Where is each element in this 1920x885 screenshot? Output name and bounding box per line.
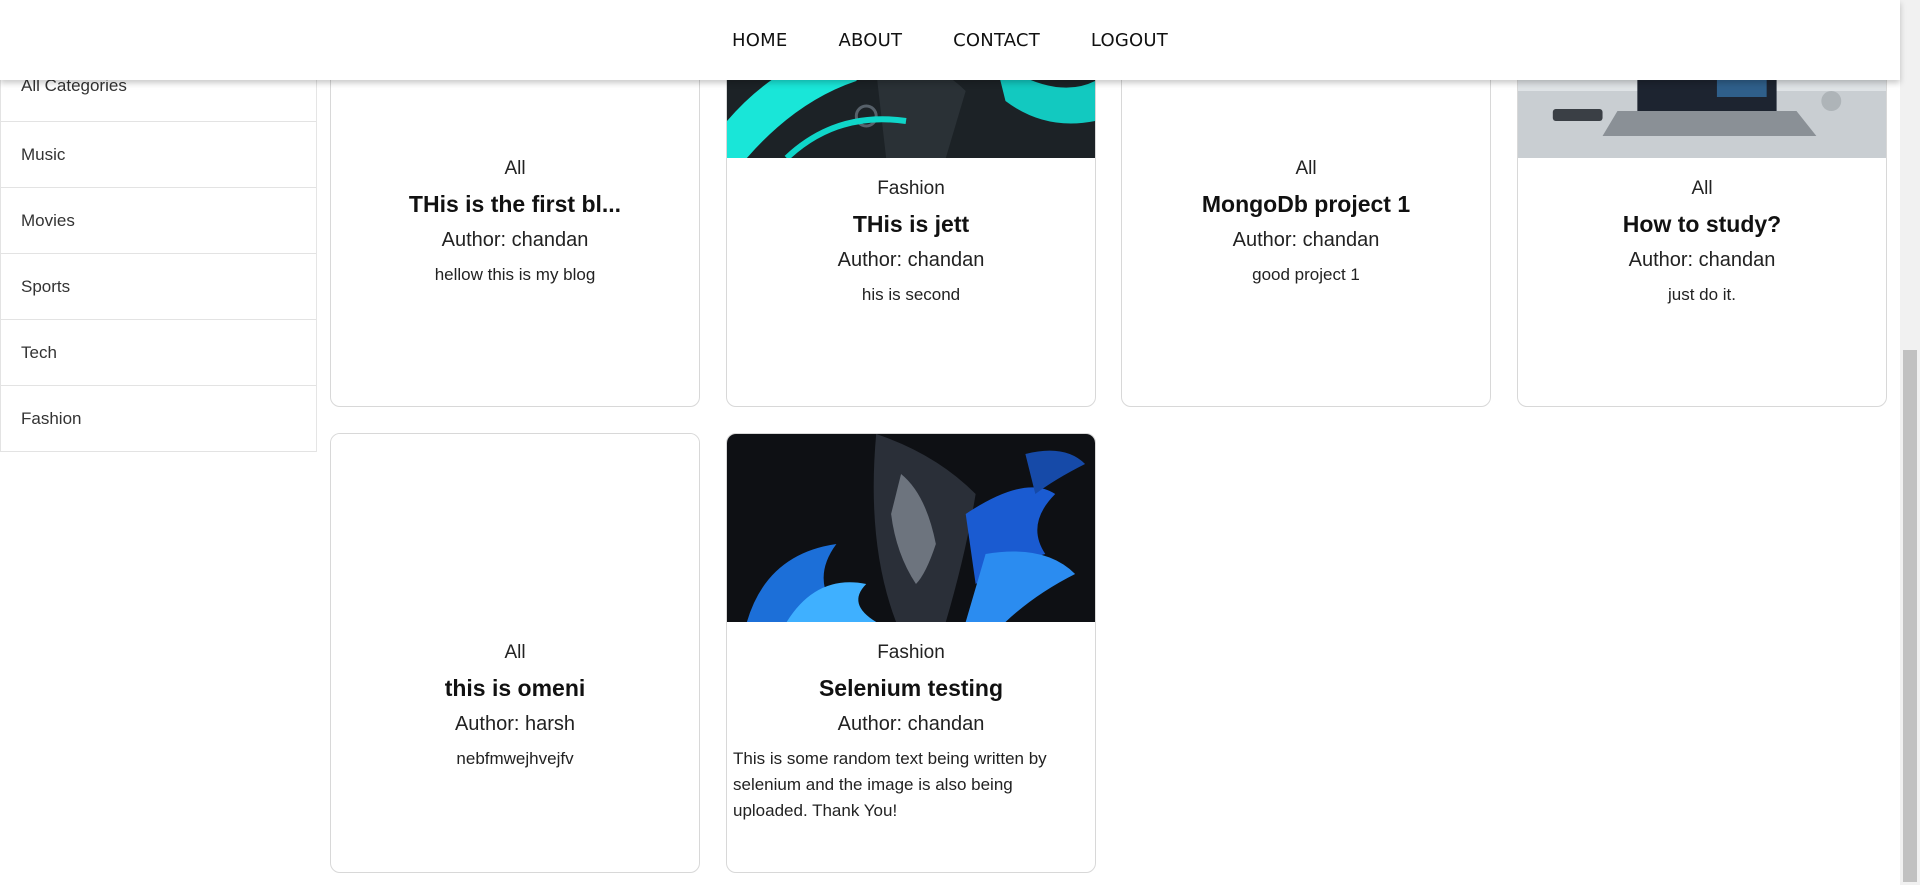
post-card[interactable]: Fashion Selenium testing Author: chandan… xyxy=(726,433,1096,873)
post-category: Fashion xyxy=(877,642,945,663)
post-description: This is some random text being written b… xyxy=(733,749,1047,820)
post-author: Author: chandan xyxy=(1232,229,1380,251)
nav-menu: HOME ABOUT CONTACT LOGOUT xyxy=(732,30,1168,51)
scrollbar-thumb[interactable] xyxy=(1903,350,1917,882)
category-fashion[interactable]: Fashion xyxy=(0,386,316,452)
post-card[interactable]: All this is omeni Author: harsh nebfmwej… xyxy=(330,433,700,873)
post-author: Author: chandan xyxy=(837,713,985,735)
post-description: just do it. xyxy=(1667,285,1737,304)
category-tech[interactable]: Tech xyxy=(0,320,316,386)
nav-logout-link[interactable]: LOGOUT xyxy=(1091,30,1168,51)
post-title: MongoDb project 1 xyxy=(1201,191,1411,217)
post-description: his is second xyxy=(861,285,961,304)
page-scrollbar[interactable] xyxy=(1900,0,1920,885)
post-title: THis is the first bl... xyxy=(408,191,622,217)
post-title: How to study? xyxy=(1622,211,1782,237)
post-category: Fashion xyxy=(877,178,945,199)
category-music[interactable]: Music xyxy=(0,122,316,188)
category-sports[interactable]: Sports xyxy=(0,254,316,320)
top-navbar: HOME ABOUT CONTACT LOGOUT xyxy=(0,0,1900,80)
post-category: All xyxy=(1691,178,1713,199)
post-title: THis is jett xyxy=(852,211,970,237)
post-image-placeholder xyxy=(331,434,699,622)
nav-contact-link[interactable]: CONTACT xyxy=(953,30,1040,51)
post-author: Author: chandan xyxy=(837,249,985,271)
post-author: Author: harsh xyxy=(454,713,576,735)
post-image-selenium xyxy=(727,434,1095,622)
post-author: Author: chandan xyxy=(441,229,589,251)
post-category: All xyxy=(504,158,526,179)
post-title: this is omeni xyxy=(444,675,586,701)
post-author: Author: chandan xyxy=(1628,249,1776,271)
category-sidebar: All Categories Music Movies Sports Tech … xyxy=(0,56,317,452)
post-description: nebfmwejhvejfv xyxy=(456,749,574,768)
post-description: good project 1 xyxy=(1252,265,1360,284)
nav-about-link[interactable]: ABOUT xyxy=(838,30,902,51)
post-description: hellow this is my blog xyxy=(434,265,596,284)
post-category: All xyxy=(504,642,526,663)
post-title: Selenium testing xyxy=(818,675,1004,701)
category-movies[interactable]: Movies xyxy=(0,188,316,254)
post-category: All xyxy=(1295,158,1317,179)
nav-home-link[interactable]: HOME xyxy=(732,30,787,51)
